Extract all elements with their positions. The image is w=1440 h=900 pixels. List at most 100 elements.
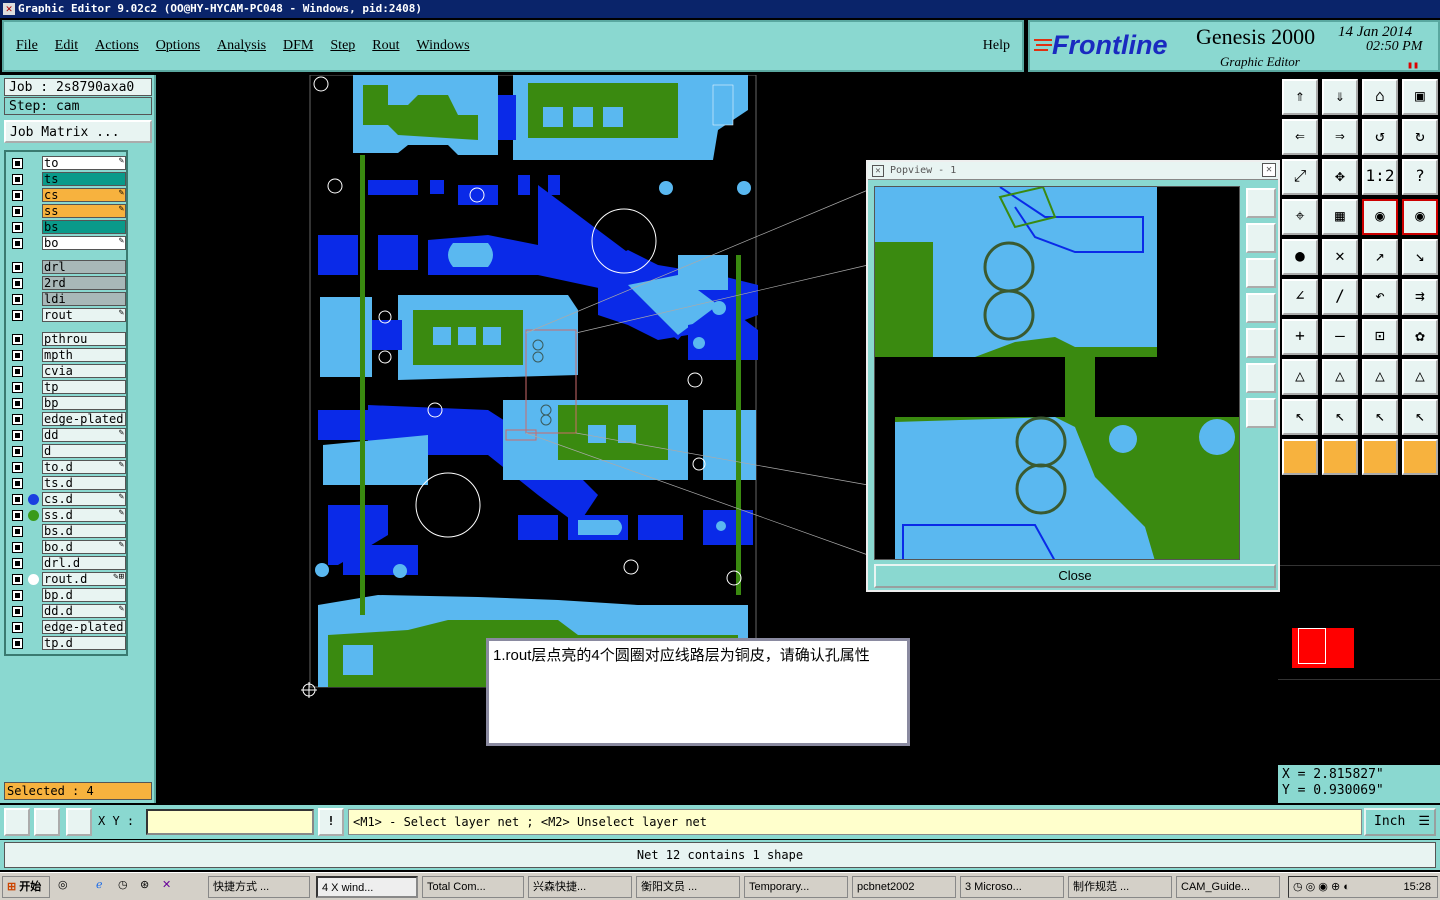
triangle-1-icon[interactable]: ↖ xyxy=(1282,399,1318,435)
layer-row[interactable]: bo.d ✎ xyxy=(8,540,126,555)
menu-windows[interactable]: Windows xyxy=(417,38,470,54)
layer-name[interactable]: bp.d xyxy=(42,588,126,602)
layer-checkbox[interactable] xyxy=(12,382,23,393)
layer-checkbox[interactable] xyxy=(12,238,23,249)
task-10[interactable]: CAM_Guide... xyxy=(1176,876,1280,898)
layer-name[interactable]: drl.d xyxy=(42,556,126,570)
pop-tool-3-icon[interactable] xyxy=(1246,258,1276,288)
layer-name[interactable]: ts xyxy=(42,172,126,186)
layer-row[interactable]: mpth xyxy=(8,348,126,363)
task-9[interactable]: 制作规范 ... xyxy=(1068,876,1172,898)
layer-checkbox[interactable] xyxy=(12,366,23,377)
layer-checkbox[interactable] xyxy=(12,638,23,649)
layer-name[interactable]: mpth xyxy=(42,348,126,362)
grid-snap-icon[interactable] xyxy=(66,808,92,836)
select-line-icon[interactable]: ✕ xyxy=(1322,239,1358,275)
layer-row[interactable]: ts.d xyxy=(8,476,126,491)
layer-row[interactable]: ldi xyxy=(8,292,126,307)
layer-up-icon[interactable]: ⇑ xyxy=(1282,79,1318,115)
layer-row[interactable]: pthrou xyxy=(8,332,126,347)
layer-checkbox[interactable] xyxy=(12,542,23,553)
layer-checkbox[interactable] xyxy=(12,526,23,537)
layer-row[interactable]: tp.d xyxy=(8,636,126,651)
layer-row[interactable]: bo ✎ xyxy=(8,236,126,251)
tray-icons[interactable]: ◷ ◎ ◉ ⊕ ◐ xyxy=(1293,880,1350,893)
layer-row[interactable]: cs.d ✎ xyxy=(8,492,126,507)
layer-checkbox[interactable] xyxy=(12,590,23,601)
home-icon[interactable]: ⌂ xyxy=(1362,79,1398,115)
select-surface-icon[interactable]: ↘ xyxy=(1402,239,1438,275)
popview-scrollbar[interactable] xyxy=(1244,184,1278,562)
zoom-center-icon[interactable]: ✥ xyxy=(1322,159,1358,195)
layer-row[interactable]: dd ✎ xyxy=(8,428,126,443)
layer-row[interactable]: 2rd xyxy=(8,276,126,291)
layer-checkbox[interactable] xyxy=(12,222,23,233)
window-icon[interactable]: ▣ xyxy=(1402,79,1438,115)
net-select-icon[interactable]: ∠ xyxy=(1282,279,1318,315)
warning-icon[interactable]: ! xyxy=(318,808,344,836)
menu-dfm[interactable]: DFM xyxy=(283,38,313,54)
ql-icon-3[interactable]: ◷ xyxy=(118,878,128,891)
task-3[interactable]: Total Com... xyxy=(422,876,524,898)
layer-checkbox[interactable] xyxy=(12,278,23,289)
copy-icon[interactable]: ⇉ xyxy=(1402,279,1438,315)
layer-row[interactable]: tp xyxy=(8,380,126,395)
layer-name[interactable]: bo.d xyxy=(42,540,126,554)
task-6[interactable]: Temporary... xyxy=(744,876,848,898)
task-4[interactable]: 兴森快捷... xyxy=(528,876,632,898)
help-icon[interactable]: ? xyxy=(1402,159,1438,195)
group-icon[interactable]: △ xyxy=(1402,359,1438,395)
ql-icon-4[interactable]: ⊛ xyxy=(140,878,149,891)
layer-checkbox[interactable] xyxy=(12,622,23,633)
pop-tool-7-icon[interactable] xyxy=(1246,398,1276,428)
layer-name[interactable]: to xyxy=(42,156,126,170)
cut-icon[interactable]: △ xyxy=(1322,359,1358,395)
layer-name[interactable]: ss xyxy=(42,204,126,218)
layer-checkbox[interactable] xyxy=(12,478,23,489)
menu-edit[interactable]: Edit xyxy=(55,38,78,54)
layer-name[interactable]: 2rd xyxy=(42,276,126,290)
pop-tool-5-icon[interactable] xyxy=(1246,328,1276,358)
redo-view-icon[interactable]: ↻ xyxy=(1402,119,1438,155)
layer-checkbox[interactable] xyxy=(12,350,23,361)
menu-rout[interactable]: Rout xyxy=(372,38,399,54)
layer-name[interactable]: bp xyxy=(42,396,126,410)
move-icon[interactable]: ↶ xyxy=(1362,279,1398,315)
select-arc-icon[interactable]: ↗ xyxy=(1362,239,1398,275)
popview-canvas[interactable] xyxy=(874,186,1240,560)
layer-checkbox[interactable] xyxy=(12,174,23,185)
layer-row[interactable]: to ✎ xyxy=(8,156,126,171)
layer-row[interactable]: ts xyxy=(8,172,126,187)
layer-checkbox[interactable] xyxy=(12,558,23,569)
popview-titlebar[interactable]: ✕ Popview - 1 ✕ xyxy=(868,162,1278,180)
layer-name[interactable]: ts.d xyxy=(42,476,126,490)
text-icon[interactable]: ✿ xyxy=(1402,319,1438,355)
layer-checkbox[interactable] xyxy=(12,262,23,273)
pointer-4-icon[interactable] xyxy=(1402,439,1438,475)
layer-name[interactable]: d xyxy=(42,444,126,458)
layer-checkbox[interactable] xyxy=(12,398,23,409)
layer-checkbox[interactable] xyxy=(12,494,23,505)
layer-row[interactable]: rout.d ✎⊞ xyxy=(8,572,126,587)
layer-checkbox[interactable] xyxy=(12,606,23,617)
unit-selector[interactable]: Inch ☰ xyxy=(1364,808,1436,836)
layer-row[interactable]: bs xyxy=(8,220,126,235)
layer-name[interactable]: cvia xyxy=(42,364,126,378)
layer-row[interactable]: ss ✎ xyxy=(8,204,126,219)
menu-actions[interactable]: Actions xyxy=(95,38,139,54)
layer-checkbox[interactable] xyxy=(12,446,23,457)
task-2[interactable]: 4 X wind... xyxy=(316,876,418,898)
layer-row[interactable]: dd.d ✎ xyxy=(8,604,126,619)
layer-row[interactable]: to.d ✎ xyxy=(8,460,126,475)
layer-row[interactable]: cvia xyxy=(8,364,126,379)
snap-on-icon[interactable]: ◉ xyxy=(1362,199,1398,235)
layer-row[interactable]: ss.d ✎ xyxy=(8,508,126,523)
layer-checkbox[interactable] xyxy=(12,414,23,425)
menu-help[interactable]: Help xyxy=(983,38,1010,54)
task-7[interactable]: pcbnet2002 xyxy=(852,876,956,898)
layer-name[interactable]: tp xyxy=(42,380,126,394)
minimap-viewport[interactable] xyxy=(1298,628,1326,664)
next-layer-icon[interactable]: ⇒ xyxy=(1322,119,1358,155)
pop-tool-1-icon[interactable] xyxy=(1246,188,1276,218)
layer-checkbox[interactable] xyxy=(12,158,23,169)
